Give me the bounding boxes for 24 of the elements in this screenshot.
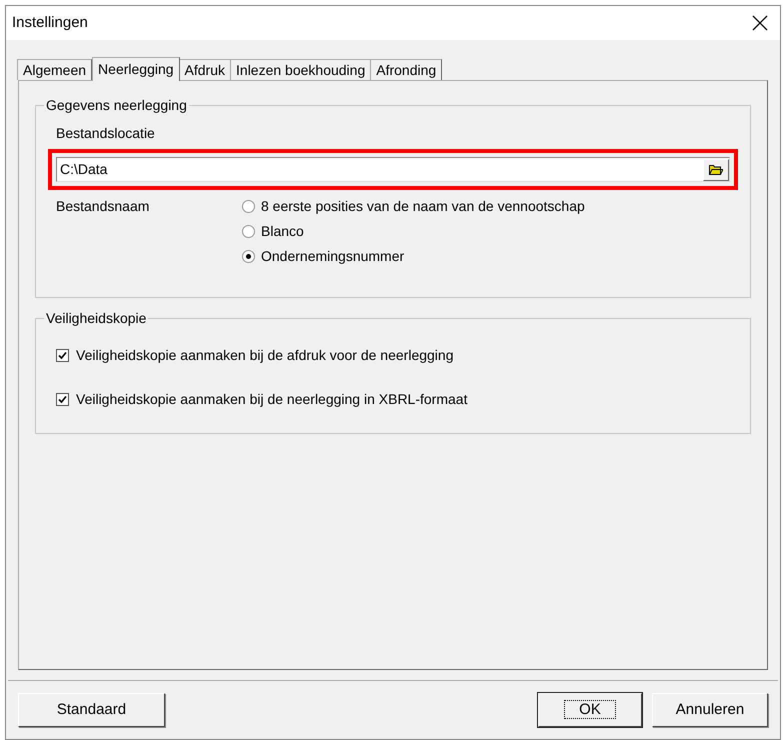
dialog-button[interactable]: OK xyxy=(538,693,642,727)
checkbox[interactable] xyxy=(56,392,69,406)
browse-button[interactable] xyxy=(703,158,729,180)
tab[interactable]: Inlezen boekhouding xyxy=(230,59,372,80)
input-field[interactable]: C:\Data xyxy=(56,157,730,182)
close-icon[interactable] xyxy=(752,15,768,31)
dialog-button[interactable]: Standaard xyxy=(18,693,165,727)
tab[interactable]: Algemeen xyxy=(17,59,92,80)
field-label: Bestandslocatie xyxy=(56,124,156,142)
tab[interactable]: Afronding xyxy=(370,59,442,80)
window-title: Instellingen xyxy=(12,12,88,33)
checkbox-option[interactable]: Veiligheidskopie aanmaken bij de afdruk voor de neerlegging xyxy=(56,345,730,365)
radio-option[interactable]: Blanco xyxy=(242,221,585,241)
radio-button[interactable] xyxy=(242,224,255,238)
folder-icon xyxy=(709,164,723,175)
radio-button[interactable] xyxy=(242,250,255,262)
dialog-button[interactable]: Annuleren xyxy=(652,693,768,727)
tab[interactable]: Neerlegging xyxy=(92,57,180,81)
radio-button[interactable] xyxy=(242,200,255,212)
checkbox[interactable] xyxy=(56,348,69,362)
field-label: Bestandsnaam xyxy=(56,197,150,216)
radio-option[interactable]: 8 eerste posities van de naam van de vennootschap xyxy=(242,196,585,216)
checkbox-option[interactable]: Veiligheidskopie aanmaken bij de neerlegging in XBRL-formaat xyxy=(56,389,730,409)
radio-option[interactable]: Ondernemingsnummer xyxy=(242,246,585,266)
